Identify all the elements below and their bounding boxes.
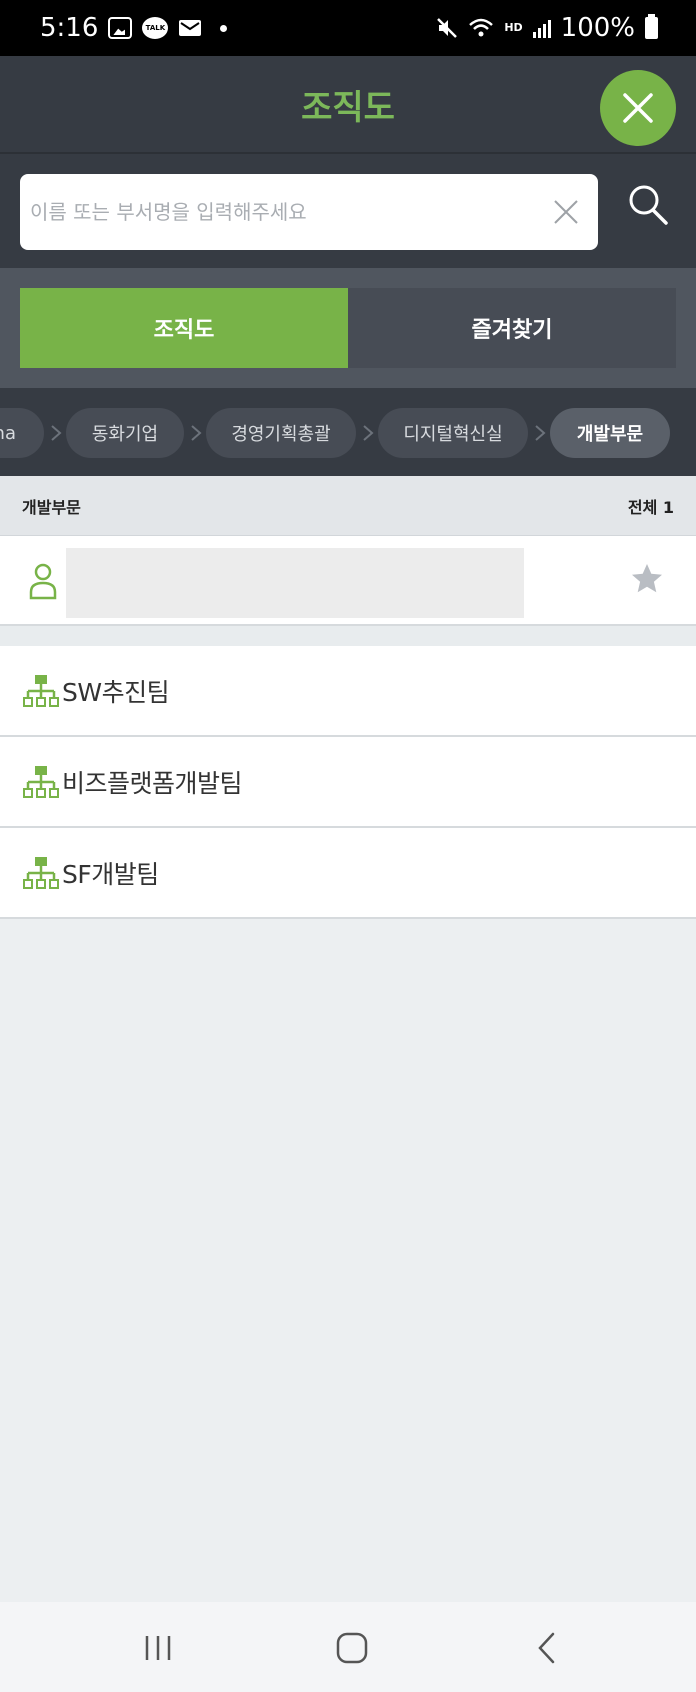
back-icon: [538, 1632, 555, 1664]
recent-apps-button[interactable]: [136, 1626, 180, 1670]
status-bar: 5:16 TALK HD 100%: [0, 0, 696, 56]
status-left: 5:16 TALK: [40, 13, 228, 43]
department-label: 비즈플랫폼개발팀: [62, 768, 243, 798]
section-title: 개발부문: [22, 497, 81, 517]
breadcrumb-item-digital[interactable]: 디지털혁신실: [378, 408, 528, 458]
battery-percent: 100%: [560, 13, 635, 43]
talk-notification-icon: TALK: [142, 17, 169, 39]
hd-voice-icon: HD: [504, 21, 523, 34]
breadcrumb: ha 동화기업 경영기획총괄 디지털혁신실 개발부문: [0, 388, 696, 476]
chevron-right-icon: [535, 425, 546, 441]
wifi-icon: [469, 18, 494, 37]
breadcrumb-item-current[interactable]: 개발부문: [550, 408, 670, 458]
tab-org-chart[interactable]: 조직도: [20, 288, 348, 368]
tab-bar: 조직도 즐겨찾기: [0, 268, 696, 388]
gallery-notification-icon: [108, 17, 133, 39]
home-icon: [336, 1632, 368, 1664]
org-chart-icon: [23, 765, 59, 798]
recent-apps-icon: [145, 1636, 171, 1660]
department-row[interactable]: SW추진팀: [0, 646, 696, 737]
battery-icon: [645, 14, 658, 39]
mute-icon: [437, 18, 458, 38]
department-list: SW추진팀 비즈플랫폼개발팀 SF개발팀: [0, 646, 696, 919]
favorite-star-icon[interactable]: [630, 562, 664, 596]
member-name-redacted: [66, 548, 524, 618]
signal-icon: [532, 18, 551, 38]
back-button[interactable]: [526, 1626, 570, 1670]
breadcrumb-item-planning[interactable]: 경영기획총괄: [206, 408, 356, 458]
clear-icon: [554, 200, 578, 224]
section-header: 개발부문 전체 1: [0, 476, 696, 536]
status-time: 5:16: [40, 13, 99, 43]
person-icon: [29, 563, 57, 600]
list-spacer: [0, 626, 696, 646]
system-nav-bar: [0, 1602, 696, 1692]
chevron-right-icon: [51, 425, 62, 441]
breadcrumb-item-donghwa[interactable]: 동화기업: [66, 408, 184, 458]
close-button[interactable]: [600, 70, 676, 146]
app-header: 조직도: [0, 56, 696, 152]
section-count: 전체 1: [627, 497, 674, 517]
more-notifications-dot: [220, 24, 228, 32]
clear-search-button[interactable]: [550, 196, 582, 228]
org-chart-icon: [23, 856, 59, 889]
department-row[interactable]: 비즈플랫폼개발팀: [0, 737, 696, 828]
member-row[interactable]: [0, 536, 696, 626]
mail-notification-icon: [179, 20, 202, 36]
search-area: [0, 152, 696, 268]
department-row[interactable]: SF개발팀: [0, 828, 696, 919]
home-button[interactable]: [330, 1626, 374, 1670]
department-label: SF개발팀: [62, 859, 159, 889]
breadcrumb-item-root[interactable]: ha: [0, 408, 44, 458]
search-icon: [629, 185, 668, 225]
department-label: SW추진팀: [62, 677, 170, 707]
close-icon: [623, 93, 653, 123]
search-input[interactable]: [30, 200, 530, 224]
tab-favorites[interactable]: 즐겨찾기: [348, 288, 676, 368]
org-chart-icon: [23, 674, 59, 707]
search-button[interactable]: [626, 182, 672, 228]
status-right: HD 100%: [436, 13, 658, 43]
search-box: [20, 174, 598, 250]
chevron-right-icon: [363, 425, 374, 441]
chevron-right-icon: [191, 425, 202, 441]
page-title: 조직도: [301, 87, 395, 128]
